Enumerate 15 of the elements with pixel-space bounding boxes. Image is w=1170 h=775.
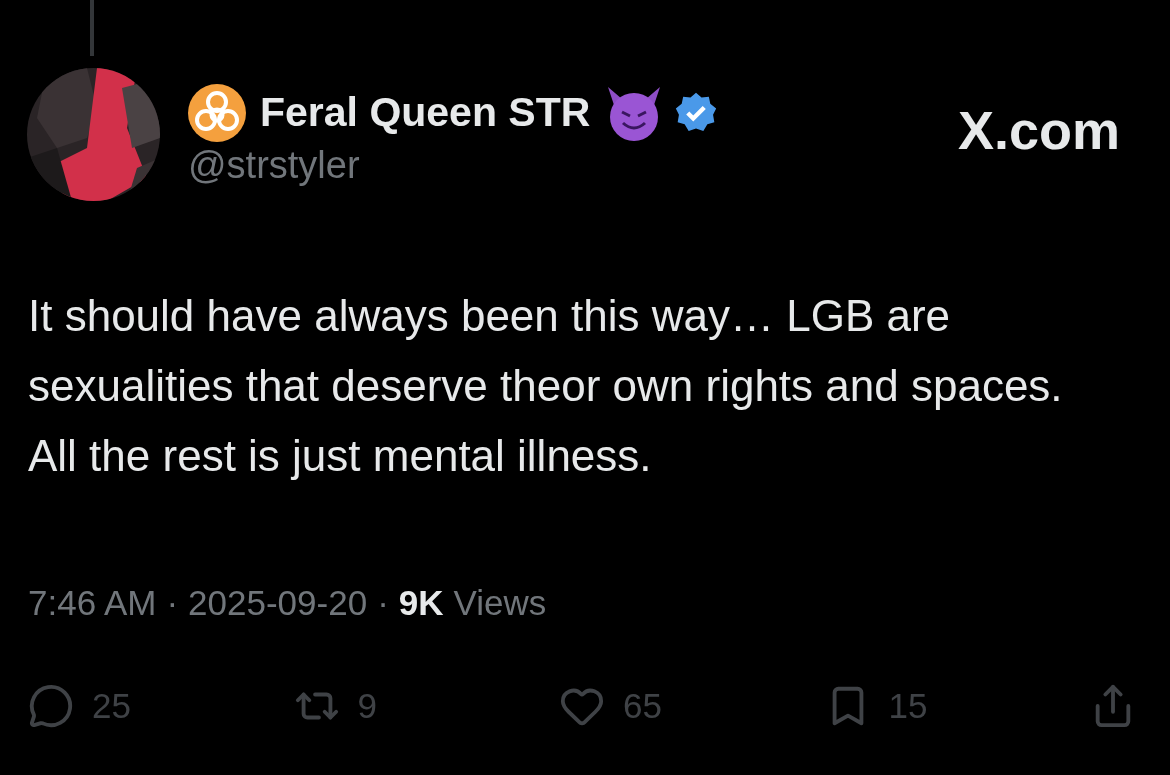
views-count: 9K	[398, 582, 444, 624]
post-text: It should have always been this way… LGB are sexualities that deserve theor own rights and spaces. All the rest is just mental illness.	[28, 290, 1064, 482]
action-count: 15	[888, 684, 928, 727]
views-label: Views	[453, 582, 547, 624]
action-count: 9	[357, 684, 377, 727]
reply-icon[interactable]	[28, 682, 74, 729]
action-count: 65	[623, 684, 662, 727]
separator-dot: ·	[166, 582, 179, 624]
action-count: 25	[92, 684, 131, 727]
post-time: 7:46 AM	[28, 582, 157, 624]
post-date: 2025-09-20	[188, 582, 368, 624]
brand-label: X.com	[957, 99, 1120, 162]
separator-dot: ·	[377, 582, 389, 624]
author-handle[interactable]: @strstyler	[188, 145, 719, 184]
author-name[interactable]: Feral Queen STR	[260, 82, 591, 144]
